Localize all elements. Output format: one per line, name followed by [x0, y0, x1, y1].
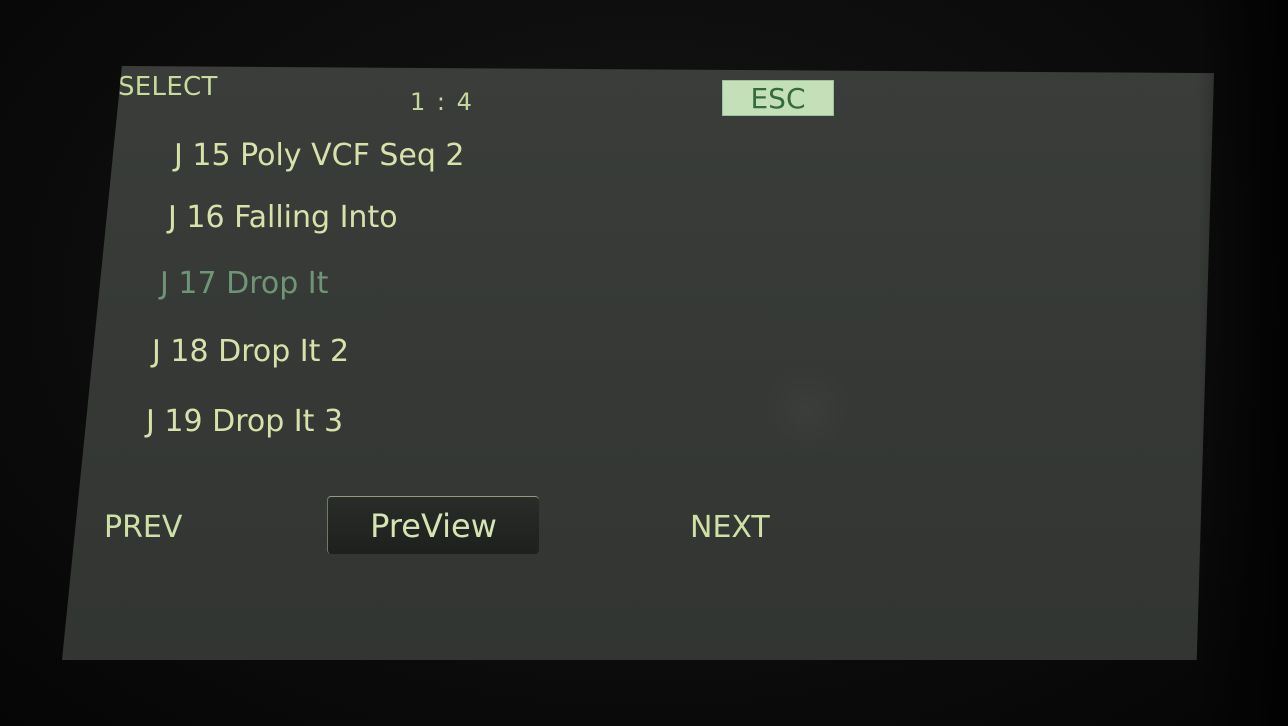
list-item[interactable]: J 19 Drop It 3 [146, 404, 343, 439]
next-button[interactable]: NEXT [690, 510, 770, 545]
lcd-screen: SELECT 1 : 4 ESC J 15 Poly VCF Seq 2 J 1… [62, 66, 1214, 660]
bezel-edge [1198, 0, 1288, 726]
prev-button[interactable]: PREV [104, 510, 182, 545]
esc-button[interactable]: ESC [722, 80, 834, 116]
device-frame: SELECT 1 : 4 ESC J 15 Poly VCF Seq 2 J 1… [0, 0, 1288, 726]
list-item-selected[interactable]: J 17 Drop It [160, 266, 328, 301]
page-indicator: 1 : 4 [410, 88, 474, 116]
list-item[interactable]: J 18 Drop It 2 [152, 334, 349, 369]
list-item[interactable]: J 16 Falling Into [168, 200, 398, 235]
list-item[interactable]: J 15 Poly VCF Seq 2 [174, 138, 465, 173]
screen-glare [762, 366, 852, 456]
page-title: SELECT [118, 72, 218, 102]
preview-button[interactable]: PreView [327, 496, 539, 554]
